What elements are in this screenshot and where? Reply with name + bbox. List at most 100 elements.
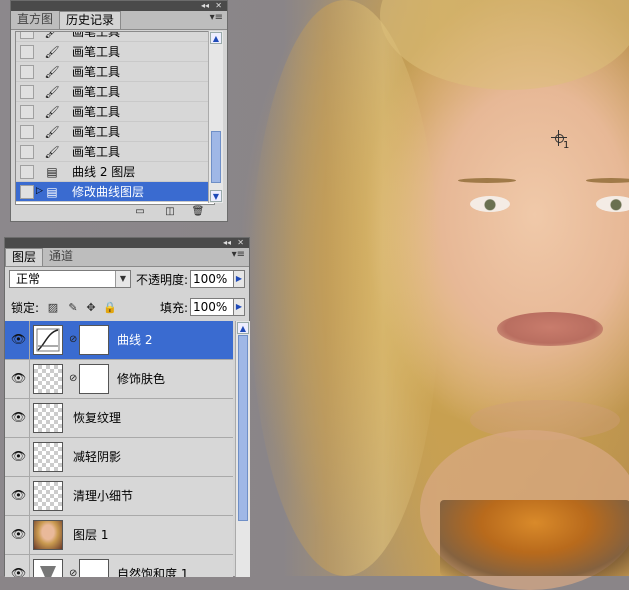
history-state-item[interactable]: 🖌 画笔工具 — [16, 42, 214, 62]
history-state-item[interactable]: ▤ 曲线 2 图层 — [16, 162, 214, 182]
history-state-item[interactable]: ▷ ▤ 修改曲线图层 — [16, 182, 214, 202]
lips — [497, 312, 603, 346]
layer-name[interactable]: 曲线 2 — [117, 333, 152, 347]
history-state-label: 画笔工具 — [72, 65, 121, 79]
new-document-from-state-icon[interactable]: ▭ — [133, 206, 147, 217]
scroll-thumb[interactable] — [211, 131, 221, 183]
collapse-icon[interactable]: ◂◂ — [201, 1, 209, 11]
history-brush-source-checkbox[interactable] — [20, 32, 34, 39]
history-state-label: 画笔工具 — [72, 125, 121, 139]
history-state-item[interactable]: 🖌 画笔工具 — [16, 82, 214, 102]
layer-row[interactable]: 👁 ⊘ 自然饱和度 1 — [5, 555, 233, 577]
lock-all-icon[interactable]: 🔒 — [103, 302, 117, 314]
chain-link-icon[interactable]: ⊘ — [69, 334, 77, 346]
history-doc-icon: ▤ — [46, 185, 58, 199]
lock-transparent-pixels-icon[interactable]: ▨ — [47, 302, 59, 314]
right-eye — [596, 196, 629, 212]
layer-row[interactable]: 👁 恢复纹理 — [5, 399, 233, 438]
close-icon[interactable]: ✕ — [237, 238, 244, 248]
curves-adjustment-icon — [33, 325, 63, 355]
layers-scrollbar[interactable]: ▲ — [235, 321, 250, 577]
layer-row[interactable]: 👁 清理小细节 — [5, 477, 233, 516]
opacity-input[interactable]: 100% — [190, 270, 234, 288]
history-state-label: 画笔工具 — [72, 85, 121, 99]
layer-list[interactable]: 👁 ⊘ 曲线 2 👁 ⊘ 修饰肤色 👁 恢复纹理 👁 减轻阴影 👁 清理小细节 👁 图层 1 👁 ⊘ 自然饱和度… — [5, 321, 233, 577]
layer-row[interactable]: 👁 图层 1 — [5, 516, 233, 555]
chain-link-icon[interactable]: ⊘ — [69, 373, 77, 385]
history-tabs: 直方图 历史记录 ▾≡ — [11, 11, 227, 30]
scroll-up-icon[interactable]: ▲ — [210, 32, 222, 44]
necklace — [440, 500, 629, 576]
tab-channels[interactable]: 通道 — [43, 248, 79, 266]
history-scrollbar[interactable]: ▲ ▼ — [208, 31, 223, 203]
layer-row[interactable]: 👁 ⊘ 修饰肤色 — [5, 360, 233, 399]
eye-visibility-icon[interactable]: 👁 — [11, 528, 26, 540]
history-state-item[interactable]: 🖌 画笔工具 — [16, 31, 214, 42]
eye-visibility-icon[interactable]: 👁 — [11, 372, 26, 384]
history-brush-source-checkbox[interactable] — [20, 145, 34, 159]
history-state-item[interactable]: 🖌 画笔工具 — [16, 142, 214, 162]
eye-visibility-icon[interactable]: 👁 — [11, 450, 26, 462]
history-state-item[interactable]: 🖌 画笔工具 — [16, 102, 214, 122]
layer-transparent-thumbnail — [33, 364, 63, 394]
tab-layers[interactable]: 图层 — [5, 248, 44, 266]
scroll-up-icon[interactable]: ▲ — [237, 322, 249, 334]
left-eyebrow — [458, 178, 516, 183]
eye-visibility-icon[interactable]: 👁 — [11, 411, 26, 423]
layer-transparent-thumbnail — [33, 481, 63, 511]
layer-row[interactable]: 👁 减轻阴影 — [5, 438, 233, 477]
layer-mask-thumbnail[interactable] — [79, 364, 109, 394]
history-state-item[interactable]: 🖌 画笔工具 — [16, 122, 214, 142]
history-brush-source-checkbox[interactable] — [20, 165, 34, 179]
history-state-item[interactable]: 🖌 画笔工具 — [16, 62, 214, 82]
layers-panel: ◂◂ ✕ 图层 通道 ▾≡ 正常 ▼ 不透明度: 100% ▶ 锁定: ▨ ✎ … — [4, 237, 250, 577]
fill-slider-arrow-icon[interactable]: ▶ — [233, 298, 245, 316]
divider — [29, 321, 30, 359]
panel-menu-icon[interactable]: ▾≡ — [232, 249, 245, 260]
panel-menu-icon[interactable]: ▾≡ — [210, 12, 223, 23]
panel-titlebar[interactable]: ◂◂ ✕ — [11, 1, 227, 11]
eye-visibility-icon[interactable]: 👁 — [11, 333, 26, 345]
blend-mode-select[interactable]: 正常 ▼ — [9, 270, 131, 288]
layer-name[interactable]: 减轻阴影 — [73, 450, 121, 464]
history-brush-source-checkbox[interactable] — [20, 125, 34, 139]
opacity-label: 不透明度: — [136, 273, 189, 287]
layer-name[interactable]: 清理小细节 — [73, 489, 133, 503]
history-state-label: 画笔工具 — [72, 145, 121, 159]
history-state-marker-icon: ▷ — [36, 186, 43, 196]
eye-visibility-icon[interactable]: 👁 — [11, 489, 26, 501]
layer-row[interactable]: 👁 ⊘ 曲线 2 — [5, 321, 233, 360]
tab-histogram[interactable]: 直方图 — [11, 11, 59, 29]
hair-left — [250, 0, 440, 576]
layer-name[interactable]: 恢复纹理 — [73, 411, 121, 425]
history-brush-source-checkbox[interactable] — [20, 45, 34, 59]
scroll-thumb[interactable] — [238, 335, 248, 521]
collapse-icon[interactable]: ◂◂ — [223, 238, 231, 248]
history-list[interactable]: 🖌 画笔工具 🖌 画笔工具 🖌 画笔工具 🖌 画笔工具 🖌 画笔工具 🖌 画笔工具 🖌 画笔工具 ▤ 曲线 2… — [15, 31, 215, 205]
fill-input[interactable]: 100% — [190, 298, 234, 316]
history-footer: ▭ ◫ 🗑 — [11, 203, 227, 221]
history-brush-source-checkbox[interactable] — [20, 85, 34, 99]
panel-titlebar[interactable]: ◂◂ ✕ — [5, 238, 249, 248]
history-panel: ◂◂ ✕ 直方图 历史记录 ▾≡ 🖌 画笔工具 🖌 画笔工具 🖌 画笔工具 🖌 画笔工具 🖌 画笔… — [10, 0, 228, 222]
create-snapshot-icon[interactable]: ◫ — [163, 206, 177, 217]
history-brush-source-checkbox[interactable] — [20, 65, 34, 79]
history-brush-source-checkbox[interactable] — [20, 185, 34, 199]
close-icon[interactable]: ✕ — [215, 1, 222, 11]
opacity-slider-arrow-icon[interactable]: ▶ — [233, 270, 245, 288]
chevron-down-icon[interactable]: ▼ — [115, 271, 130, 287]
layer-name[interactable]: 图层 1 — [73, 528, 108, 542]
scroll-down-icon[interactable]: ▼ — [210, 190, 222, 202]
layer-mask-thumbnail[interactable] — [79, 325, 109, 355]
history-state-label: 画笔工具 — [72, 105, 121, 119]
layer-name[interactable]: 修饰肤色 — [117, 372, 165, 386]
brush-icon: 🖌 — [44, 31, 60, 39]
history-brush-source-checkbox[interactable] — [20, 105, 34, 119]
lock-position-icon[interactable]: ✥ — [85, 302, 97, 314]
left-eye — [470, 196, 510, 212]
brush-icon: 🖌 — [44, 125, 60, 139]
tab-history[interactable]: 历史记录 — [59, 11, 122, 29]
layer-mask-thumbnail[interactable] — [79, 559, 109, 577]
lock-image-pixels-icon[interactable]: ✎ — [67, 302, 79, 314]
trash-icon[interactable]: 🗑 — [191, 206, 205, 217]
